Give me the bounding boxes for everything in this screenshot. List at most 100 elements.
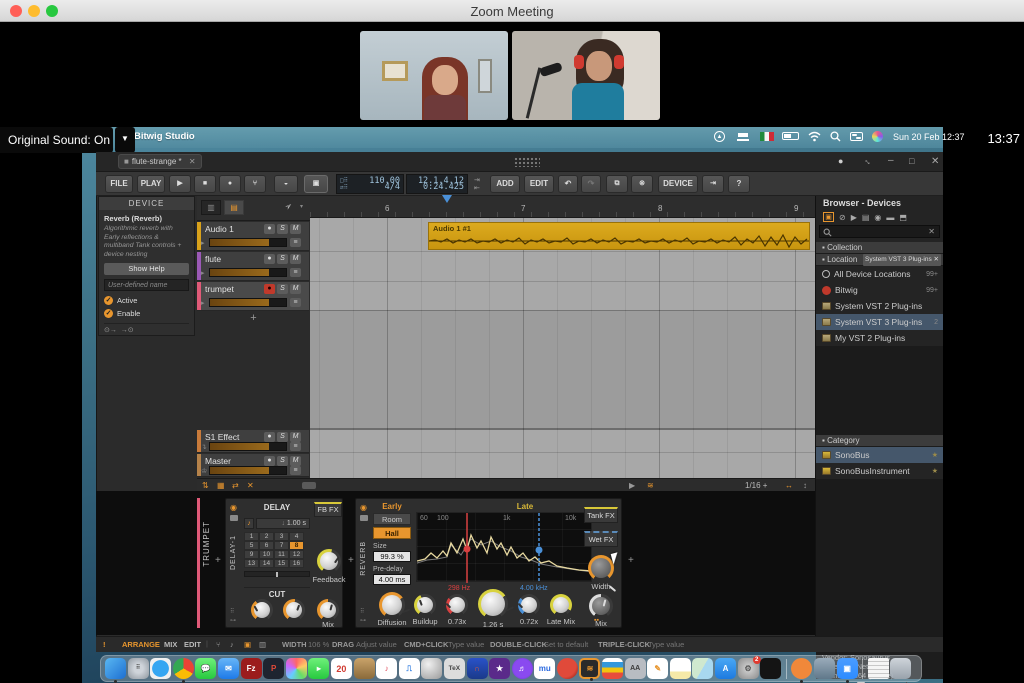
- tool-dropdown-icon[interactable]: ▾: [300, 203, 303, 210]
- volume-fader[interactable]: [209, 298, 287, 307]
- device-preset-folder-icon[interactable]: [230, 515, 238, 521]
- result-row-sonobusinstrument[interactable]: SonoBusInstrument ★: [816, 463, 943, 479]
- dock-musescore-icon[interactable]: mu: [534, 658, 555, 679]
- dock-system-settings-icon[interactable]: ⚙2: [738, 658, 759, 679]
- track-row-s1effect[interactable]: S1 Effect ●SM ↴ ≡: [197, 430, 309, 453]
- dock-star-app-icon[interactable]: ★: [489, 658, 510, 679]
- dock-latexit-icon[interactable]: [421, 658, 442, 679]
- location-row-all[interactable]: All Device Locations99+: [816, 266, 943, 282]
- play-follow-icon[interactable]: ▶: [629, 481, 635, 490]
- delay-step-grid[interactable]: 1234 5678 9101112 13141516: [244, 532, 310, 568]
- track-menu-icon[interactable]: ≡: [290, 268, 301, 277]
- track-menu-icon[interactable]: ≡: [290, 298, 301, 307]
- project-tab[interactable]: ■flute-strange * ✕: [118, 154, 202, 169]
- mute-button[interactable]: M: [290, 254, 301, 264]
- grid-icon[interactable]: ▦: [217, 481, 225, 490]
- mixer-view-tab[interactable]: ▥: [201, 200, 221, 215]
- device-remote-icon[interactable]: ⠿: [230, 608, 234, 615]
- inspector-io-icons[interactable]: ⊙→ →⊙: [104, 323, 189, 334]
- airplay-icon[interactable]: ▲: [714, 131, 725, 142]
- record-arm-button-active[interactable]: ●: [264, 284, 275, 294]
- dock-dictionary-icon[interactable]: AA: [625, 658, 646, 679]
- menubar-clock[interactable]: Sun 20 Feb 12:37: [893, 132, 965, 142]
- expand-window-icon[interactable]: ↔: [862, 154, 875, 167]
- cursor-tool-icon[interactable]: ➢: [282, 200, 295, 213]
- cut-high-knob[interactable]: [283, 599, 305, 621]
- room-button[interactable]: Room: [373, 513, 411, 525]
- width-knob[interactable]: [588, 555, 614, 581]
- dock-photos-icon[interactable]: [286, 658, 307, 679]
- mute-button[interactable]: M: [290, 284, 301, 294]
- record-arm-button[interactable]: ●: [264, 254, 275, 264]
- edit-layout-tab[interactable]: EDIT: [184, 640, 201, 649]
- dock-terminal-dark-icon[interactable]: [760, 658, 781, 679]
- eject-icon[interactable]: [738, 133, 748, 137]
- mute-button[interactable]: M: [290, 432, 301, 442]
- mix-layout-tab[interactable]: MIX: [164, 640, 177, 649]
- wet-fx-button[interactable]: Wet FX: [584, 531, 618, 547]
- favorite-star-icon[interactable]: ★: [932, 467, 938, 475]
- location-row-bitwig[interactable]: Bitwig99+: [816, 282, 943, 298]
- dock-safari-icon[interactable]: [150, 658, 171, 679]
- decay-time-knob[interactable]: [478, 589, 508, 619]
- cut-low-knob[interactable]: [251, 599, 273, 621]
- playhead-marker[interactable]: [442, 195, 452, 203]
- reverb-device[interactable]: ◉ REVERB ⠿ ⊶ Early Room Hall Size 99.3 %…: [355, 498, 622, 628]
- location-row-vst3-selected[interactable]: System VST 3 Plug-ins2: [816, 314, 943, 330]
- clear-icon[interactable]: ✕: [247, 481, 254, 490]
- tank-fx-button[interactable]: Tank FX: [584, 507, 618, 523]
- category-section-header[interactable]: ▪ Category: [816, 435, 943, 447]
- inspector-header[interactable]: DEVICE: [99, 197, 194, 210]
- dock-sonobus-headphones-icon[interactable]: ∩: [467, 658, 488, 679]
- dock-chrome-icon[interactable]: [173, 658, 194, 679]
- overdub-icon[interactable]: ⑂: [244, 175, 266, 193]
- device-remote-icon[interactable]: ⠿: [360, 608, 364, 615]
- dock-preview-gray-app-icon[interactable]: [814, 658, 835, 679]
- dashboard-dot-icon[interactable]: ●: [838, 156, 843, 166]
- dock-keynote-icon[interactable]: ⎍: [399, 658, 420, 679]
- timeline-ruler[interactable]: 6 7 8 9: [310, 196, 815, 218]
- dock-ladybug-app-icon[interactable]: [557, 658, 578, 679]
- metronome-icon[interactable]: ◒: [274, 175, 298, 193]
- wifi-icon[interactable]: [808, 131, 821, 142]
- add-device-after-icon[interactable]: +: [628, 555, 634, 566]
- mixer-panel-icon[interactable]: ▥: [259, 640, 266, 649]
- buildup-knob[interactable]: [414, 594, 436, 616]
- dock-texshop-icon[interactable]: TeX: [444, 658, 465, 679]
- device-preset-folder-icon[interactable]: [360, 515, 368, 521]
- add-track-button[interactable]: +: [197, 312, 310, 326]
- presets-filter-icon[interactable]: ⊘: [839, 213, 846, 222]
- high-mult-knob[interactable]: [518, 594, 540, 616]
- delay-mix-knob[interactable]: [317, 599, 339, 621]
- dock-launchpad-icon[interactable]: ⠿: [128, 658, 149, 679]
- dock-messages-icon[interactable]: 💬: [195, 658, 216, 679]
- delay-offset-slider[interactable]: [244, 571, 310, 577]
- delete-icon[interactable]: ⊗: [631, 175, 653, 193]
- volume-fader[interactable]: [209, 238, 287, 247]
- delay-device[interactable]: ◉ DELAY-1 ⠿ ⊶ DELAY FB FX ♪ ↓ 1.00 s 123…: [225, 498, 343, 628]
- note-sync-icon[interactable]: ♪: [244, 518, 254, 529]
- duplicate-icon[interactable]: ⧉: [606, 175, 628, 193]
- dock-notes-icon[interactable]: [670, 658, 691, 679]
- volume-fader[interactable]: [209, 466, 287, 475]
- volume-fader[interactable]: [209, 268, 287, 277]
- arrange-view-tab[interactable]: ▤: [224, 200, 244, 215]
- delay-time-value[interactable]: ↓ 1.00 s: [256, 518, 310, 529]
- late-frequency-graph[interactable]: 60 100 1k 10k: [416, 512, 592, 582]
- multisamples-filter-icon[interactable]: ▤: [862, 213, 870, 222]
- size-value[interactable]: 99.3 %: [373, 551, 411, 562]
- blue-marker-value[interactable]: 4.00 kHz: [520, 585, 548, 592]
- location-filter-tag[interactable]: System VST 3 Plug-ins ✕: [863, 254, 941, 266]
- track-menu-icon[interactable]: ≡: [290, 442, 301, 451]
- location-section-header[interactable]: ▪ Location System VST 3 Plug-ins ✕: [816, 254, 943, 266]
- play-menu-button[interactable]: PLAY: [137, 175, 165, 193]
- record-arm-button[interactable]: ●: [264, 224, 275, 234]
- dock-zoom-app-icon[interactable]: ▣: [837, 658, 858, 679]
- punch-in-icon[interactable]: ⇥: [474, 176, 480, 184]
- device-power-icon[interactable]: ◉: [230, 503, 237, 512]
- dock-pen-app-icon[interactable]: ✎: [647, 658, 668, 679]
- enable-checkbox[interactable]: ✓ Enable: [104, 309, 189, 318]
- volume-fader[interactable]: [209, 442, 287, 451]
- clear-search-icon[interactable]: ✕: [928, 227, 935, 236]
- solo-button[interactable]: S: [277, 254, 288, 264]
